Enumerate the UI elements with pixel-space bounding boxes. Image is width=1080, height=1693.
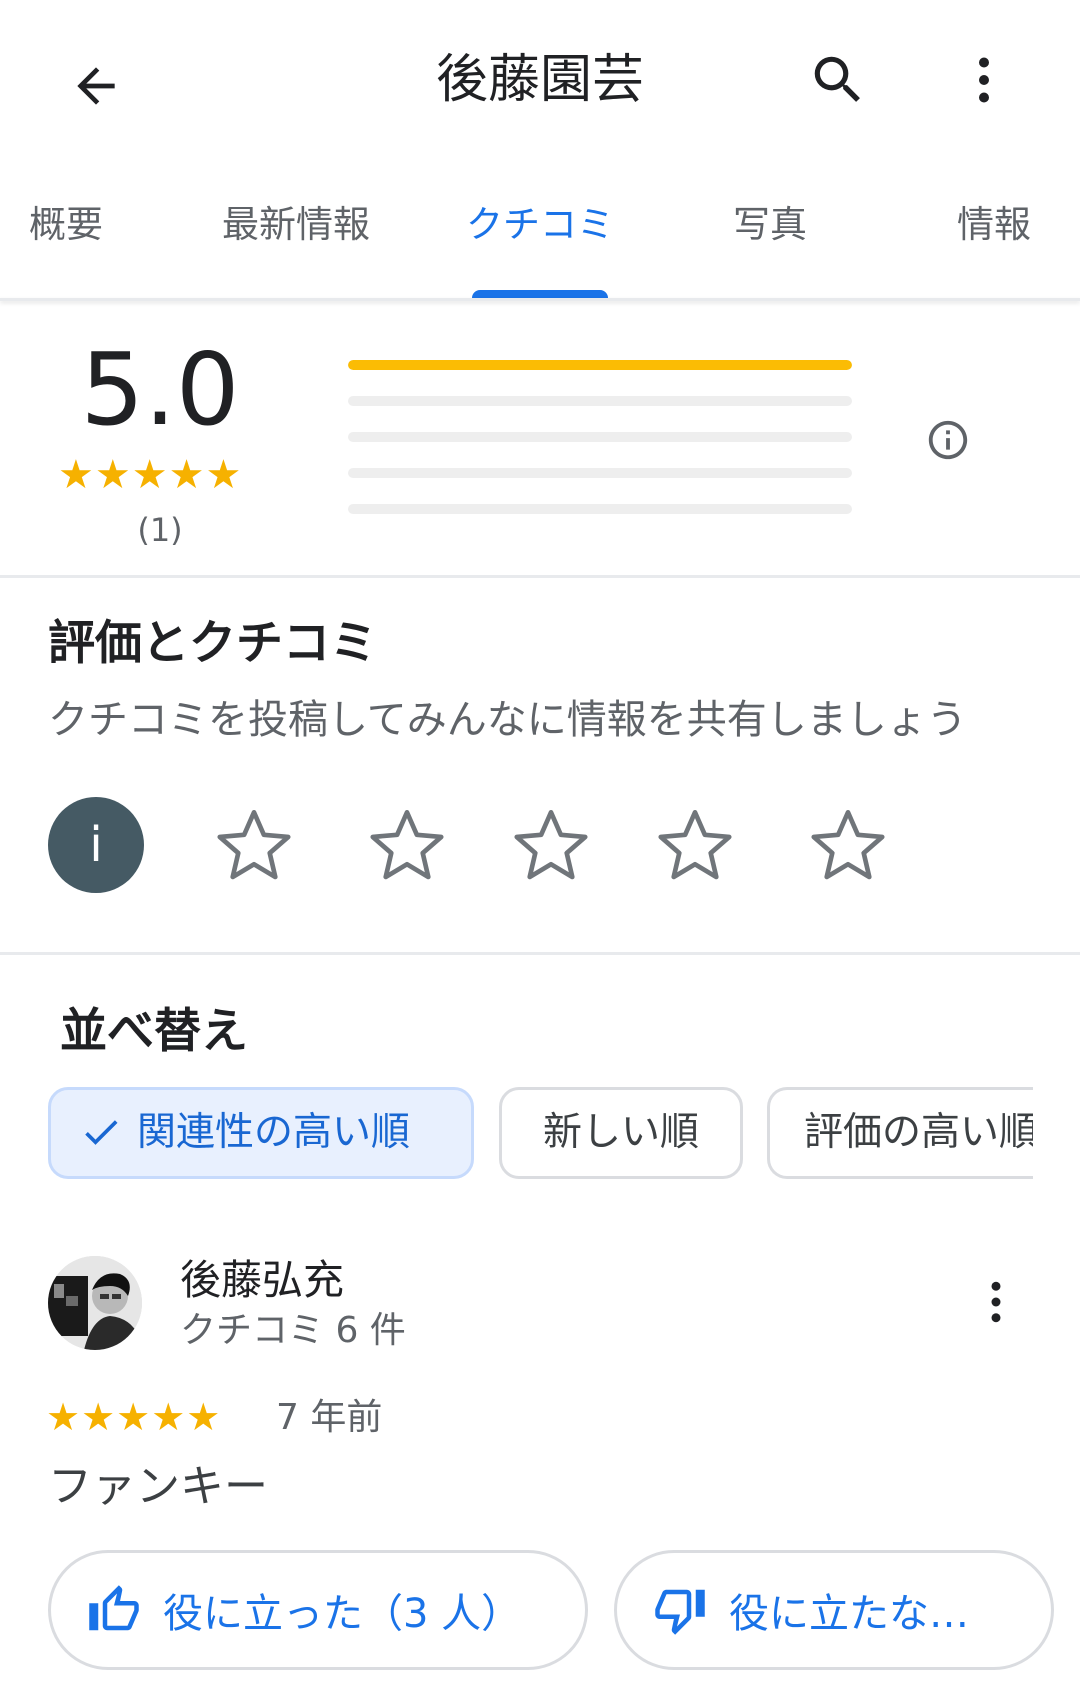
- not-helpful-label: 役に立たな…: [729, 1591, 969, 1637]
- reviewer-avatar[interactable]: [48, 1256, 142, 1350]
- helpful-label: 役に立った（3 人）: [163, 1591, 522, 1637]
- thumb-up-icon: [89, 1585, 139, 1631]
- rate-star-1[interactable]: [206, 798, 302, 894]
- rate-star-3[interactable]: [503, 798, 599, 894]
- tab-photos[interactable]: 写真: [718, 190, 822, 260]
- back-button[interactable]: [52, 42, 140, 130]
- rating-bar-5: [348, 360, 852, 370]
- sort-chip-relevance[interactable]: 関連性の高い順: [48, 1087, 474, 1179]
- search-button[interactable]: [794, 36, 882, 124]
- user-avatar: i: [48, 797, 144, 893]
- page-title: 後藤園芸: [435, 50, 644, 110]
- rating-bar-1: [348, 504, 852, 514]
- rate-review-title: 評価とクチコミ: [48, 616, 377, 671]
- tab-about[interactable]: 情報: [936, 190, 1052, 260]
- sort-chip-highest[interactable]: 評価の高い順: [767, 1087, 1033, 1179]
- reviewer-photo: [48, 1256, 142, 1350]
- sort-title: 並べ替え: [60, 1004, 248, 1059]
- star-outline-icon: [370, 809, 444, 880]
- review-more-button[interactable]: [960, 1262, 1032, 1342]
- helpful-button[interactable]: 役に立った（3 人）: [48, 1550, 588, 1670]
- review-rating-stars: ★★★★★: [46, 1395, 222, 1439]
- sort-chip-newest[interactable]: 新しい順: [499, 1087, 743, 1179]
- tab-bar-divider: [0, 298, 1080, 301]
- check-icon: [85, 1119, 118, 1145]
- rating-bar-3: [348, 432, 852, 442]
- rate-star-4[interactable]: [647, 798, 743, 894]
- rate-star-2[interactable]: [359, 798, 455, 894]
- info-outline-icon: [928, 420, 968, 460]
- not-helpful-button[interactable]: 役に立たな…: [614, 1550, 1054, 1670]
- rating-bar-4: [348, 396, 852, 406]
- star-outline-icon: [811, 809, 885, 880]
- rate-review-subtitle: クチコミを投稿してみんなに情報を共有しましょう: [48, 697, 967, 743]
- more-vert-icon: [979, 57, 989, 103]
- review-timestamp: 7 年前: [276, 1397, 383, 1438]
- average-rating: 5.0: [80, 331, 240, 448]
- tab-overview[interactable]: 概要: [0, 190, 132, 260]
- section-divider: [0, 575, 1080, 578]
- more-options-button[interactable]: [940, 36, 1028, 124]
- search-icon: [814, 56, 860, 102]
- reviewer-review-count: クチコミ 6 件: [180, 1310, 406, 1351]
- rating-bar-2: [348, 468, 852, 478]
- more-vert-icon: [991, 1281, 1001, 1323]
- average-rating-stars: ★★★★★: [58, 452, 243, 498]
- thumb-down-icon: [655, 1589, 705, 1635]
- tab-reviews[interactable]: クチコミ: [458, 190, 622, 260]
- section-divider: [0, 952, 1080, 955]
- rate-star-5[interactable]: [800, 798, 896, 894]
- active-tab-indicator: [472, 290, 608, 298]
- rating-info-button[interactable]: [918, 410, 978, 470]
- review-count: (1): [137, 511, 183, 549]
- tab-updates[interactable]: 最新情報: [206, 190, 386, 260]
- star-outline-icon: [514, 809, 588, 880]
- sort-chip-label: 新しい順: [542, 1110, 699, 1155]
- arrow-back-icon: [77, 67, 115, 105]
- sort-chip-label: 評価の高い順: [804, 1110, 1033, 1155]
- star-outline-icon: [217, 809, 291, 880]
- sort-chip-label: 関連性の高い順: [137, 1110, 411, 1155]
- review-text: ファンキー: [48, 1461, 268, 1512]
- reviewer-name[interactable]: 後藤弘充: [180, 1252, 344, 1308]
- star-outline-icon: [658, 809, 732, 880]
